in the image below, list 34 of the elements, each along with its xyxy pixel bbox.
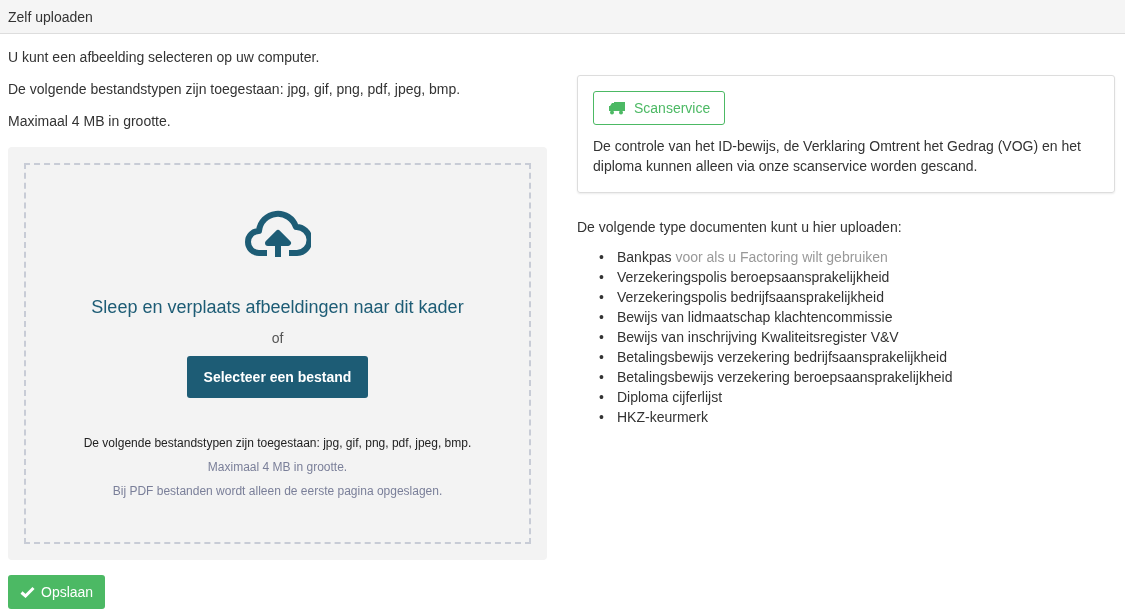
document-item: Verzekeringspolis beroepsaansprakelijkheid [617,268,890,287]
bullet-marker: • [599,328,605,347]
documents-heading: De volgende type documenten kunt u hier uploaden: [577,219,903,235]
page-title: Zelf uploaden [8,8,93,25]
dropzone-heading: Sleep en verplaats afbeeldingen naar dit kader [91,297,464,318]
bullet-marker: • [599,408,605,427]
document-item: Bankpas voor als u Factoring wilt gebruiken [617,248,888,267]
document-item: Diploma cijferlijst [617,388,723,407]
document-item: HKZ-keurmerk [617,408,708,427]
intro-text: Maximaal 4 MB in grootte. [8,112,172,130]
dropzone-note: De volgende bestandstypen zijn toegestaan: jpg, gif, png, pdf, jpeg, bmp. [83,436,472,450]
intro-text: De volgende bestandstypen zijn toegestaan: jpg, gif, png, pdf, jpeg, bmp. [8,80,462,98]
document-item: Betalingsbewijs verzekering bedrijfsaansprakelijkheid [617,348,947,367]
dropzone-note: Bij PDF bestanden wordt alleen de eerste pagina opgeslagen. [112,484,443,498]
dropzone-note: Maximaal 4 MB in grootte. [207,460,348,474]
truck-icon [608,101,626,115]
document-item: Betalingsbewijs verzekering beroepsaansprakelijkheid [617,368,953,387]
bullet-marker: • [599,288,605,307]
bullet-marker: • [599,368,605,387]
scanservice-text: De controle van het ID-bewijs, de Verklaring Omtrent het Gedrag (VOG) en het diploma kunnen alleen via onze scanservice worden gescand. [593,137,1082,176]
select-file-button[interactable]: Selecteer een bestand [187,356,368,398]
bullet-marker: • [599,348,605,367]
document-item: Bewijs van inschrijving Kwaliteitsregister V&V [617,328,899,347]
save-button[interactable]: Opslaan [8,575,106,609]
document-item: Verzekeringspolis bedrijfsaansprakelijkheid [617,288,884,307]
intro-text: U kunt een afbeelding selecteren op uw computer. [8,48,321,66]
scanservice-button[interactable]: Scanservice [593,91,726,125]
bullet-marker: • [599,268,605,287]
document-item: Bewijs van lidmaatschap klachtencommissie [617,308,893,327]
bullet-marker: • [599,308,605,327]
separator-text: of [271,330,284,346]
checkmark-icon [20,586,35,598]
bullet-marker: • [599,388,605,407]
bullet-marker: • [599,248,605,267]
